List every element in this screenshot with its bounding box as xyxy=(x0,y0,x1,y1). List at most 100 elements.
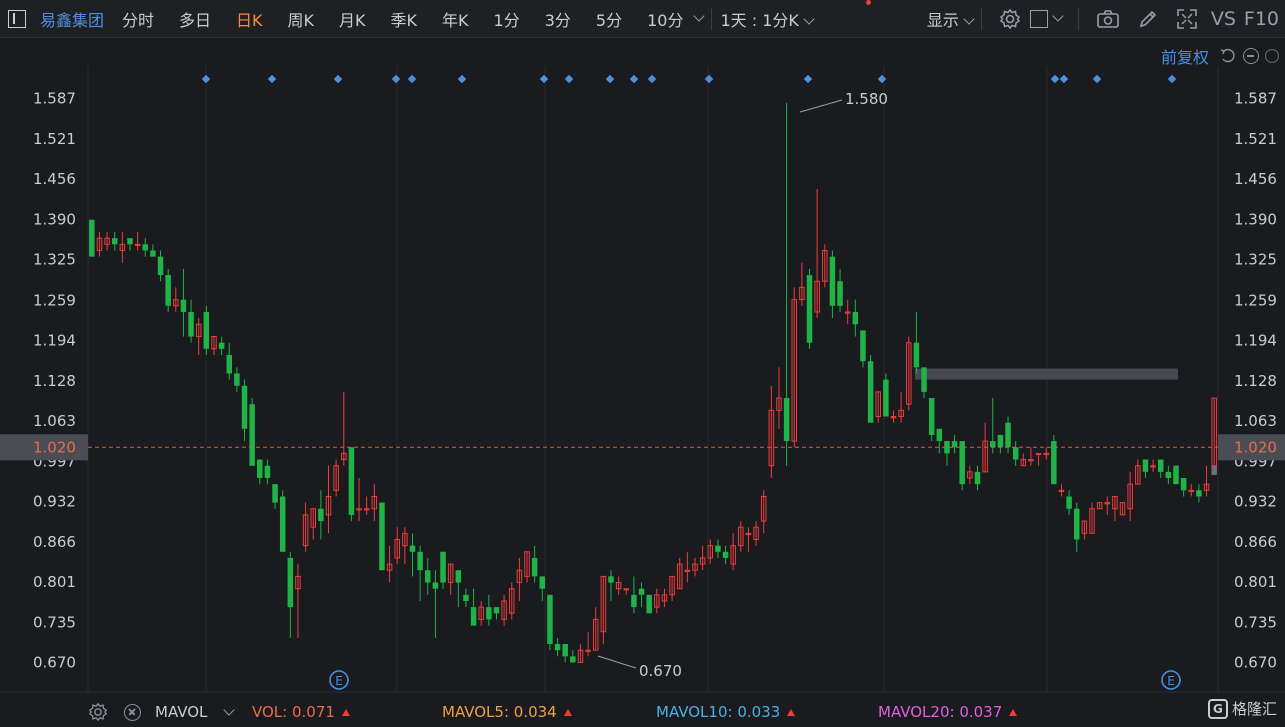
candle-body-down xyxy=(409,545,416,552)
candle-body-down xyxy=(1066,496,1072,509)
max-price-label: 1.580 xyxy=(845,90,888,108)
candle-body-down xyxy=(921,367,927,392)
candle-body-down xyxy=(287,557,294,608)
up-arrow-icon xyxy=(341,709,350,716)
event-diamond-marker xyxy=(1092,74,1102,84)
event-diamond-marker xyxy=(391,74,401,84)
event-diamond-marker xyxy=(457,74,467,84)
indicator-settings-icon[interactable] xyxy=(88,702,108,722)
watermark: G 格隆汇 xyxy=(1207,698,1277,719)
candle-body-down xyxy=(180,299,187,312)
y-tick-label-right: 0.801 xyxy=(1234,573,1277,591)
event-diamond-marker xyxy=(1167,74,1177,84)
y-tick-label-left: 1.063 xyxy=(33,412,76,430)
mavol10-value: MAVOL10: 0.033 xyxy=(656,703,796,721)
kline-chart[interactable]: 1.587 1.521 1.456 1.390 1.325 1.259 1.194 1.128… xyxy=(0,0,1285,697)
candle-shadow-last xyxy=(1211,465,1217,475)
candle-body-down xyxy=(860,330,866,362)
candlesticks xyxy=(89,102,1217,663)
candle-body-down xyxy=(318,508,324,522)
candle-body-down xyxy=(379,502,385,571)
y-tick-label-left: 1.587 xyxy=(33,90,76,108)
zoom-out-icon[interactable] xyxy=(1243,48,1259,64)
mavol20-value: MAVOL20: 0.037 xyxy=(878,703,1018,721)
candle-body-down xyxy=(111,238,118,245)
candle-body-down xyxy=(837,281,843,306)
candle-body-down xyxy=(142,244,149,251)
y-axis-left: 1.587 1.521 1.456 1.390 1.325 1.259 1.194 1.128… xyxy=(33,90,76,672)
candle-body-down xyxy=(1157,459,1164,472)
y-axis-right: 1.587 1.521 1.456 1.390 1.325 1.259 1.194 1.128… xyxy=(1234,90,1277,672)
candle-body-down xyxy=(165,275,171,306)
candle-body-down xyxy=(913,342,920,368)
candle-body-down xyxy=(715,545,721,552)
forward-adjust-button[interactable]: 前复权 xyxy=(1161,44,1209,68)
zoom-in-icon[interactable] xyxy=(1265,49,1279,63)
y-tick-label-right: 1.259 xyxy=(1234,291,1277,309)
current-price-label-right: 1.020 xyxy=(1234,438,1277,456)
indicator-name: MAVOL xyxy=(155,703,208,721)
y-tick-label-left: 0.801 xyxy=(33,573,76,591)
y-tick-label-right: 0.866 xyxy=(1234,533,1277,551)
y-tick-label-right: 1.128 xyxy=(1234,372,1277,390)
y-tick-label-left: 1.456 xyxy=(33,170,76,188)
up-arrow-icon xyxy=(787,709,796,716)
candle-body-down xyxy=(463,594,469,601)
event-diamond-marker xyxy=(564,74,574,84)
mavol5-value: MAVOL5: 0.034 xyxy=(442,703,572,721)
candle-body-down xyxy=(1173,465,1179,485)
y-tick-label-right: 1.194 xyxy=(1234,331,1277,349)
candle-body-down xyxy=(279,496,286,552)
up-arrow-icon xyxy=(563,709,572,716)
candle-body-down xyxy=(272,484,278,503)
candle-body-down xyxy=(150,250,156,257)
y-tick-label-left: 1.521 xyxy=(33,130,76,148)
candle-body-down xyxy=(783,398,790,442)
candle-body-down xyxy=(486,607,492,620)
undo-icon[interactable] xyxy=(1219,47,1237,65)
y-tick-label-left: 1.390 xyxy=(33,211,76,229)
candle-body-down xyxy=(127,238,133,245)
mavol20-label: MAVOL20: 0.037 xyxy=(878,703,1003,721)
candle-body-down xyxy=(440,551,446,583)
y-tick-label-right: 0.735 xyxy=(1234,614,1277,632)
y-tick-label-right: 1.587 xyxy=(1234,90,1277,108)
indicator-bar: MAVOL VOL: 0.071 MAVOL5: 0.034 MAVOL10: … xyxy=(0,697,1285,727)
current-price-label-left: 1.020 xyxy=(33,438,76,456)
candle-body-down xyxy=(638,588,645,595)
ex-marker-text: E xyxy=(335,674,343,688)
y-tick-label-left: 0.670 xyxy=(33,653,76,671)
candle-body-down xyxy=(1142,459,1149,472)
y-tick-label-right: 1.390 xyxy=(1234,211,1277,229)
candle-body-down xyxy=(1180,478,1187,491)
y-tick-label-right: 0.670 xyxy=(1234,653,1277,671)
event-diamond-marker xyxy=(407,74,417,84)
candle-body-down xyxy=(646,594,652,614)
up-arrow-icon xyxy=(1009,709,1018,716)
candle-body-down xyxy=(867,361,874,423)
watermark-logo-icon: G xyxy=(1207,698,1228,719)
candle-body-down xyxy=(234,373,240,386)
ex-marker-1[interactable]: E xyxy=(329,670,349,690)
candle-body-down xyxy=(157,256,164,276)
close-indicator-icon[interactable] xyxy=(124,703,141,721)
adjust-bar: 前复权 xyxy=(1161,44,1285,68)
y-tick-label-left: 1.325 xyxy=(33,251,76,269)
ex-marker-2[interactable]: E xyxy=(1161,670,1181,690)
candle-body-down xyxy=(554,644,561,651)
candle-body-down xyxy=(493,607,500,614)
y-tick-label-left: 1.194 xyxy=(33,331,76,349)
y-tick-label-left: 1.259 xyxy=(33,291,76,309)
candle-body-down xyxy=(1012,447,1019,460)
candle-body-down xyxy=(928,398,935,435)
candle-body-down xyxy=(470,607,477,626)
event-diamond-marker xyxy=(605,74,615,84)
candle-body-down xyxy=(188,311,194,337)
chevron-down-icon xyxy=(223,704,236,716)
event-diamond-marker xyxy=(267,74,277,84)
candle-body-down xyxy=(89,219,95,257)
indicator-select[interactable]: MAVOL xyxy=(155,703,236,721)
candle-body-down xyxy=(806,275,813,343)
candle-body-down xyxy=(432,582,439,589)
event-diamond-marker xyxy=(1050,74,1060,84)
